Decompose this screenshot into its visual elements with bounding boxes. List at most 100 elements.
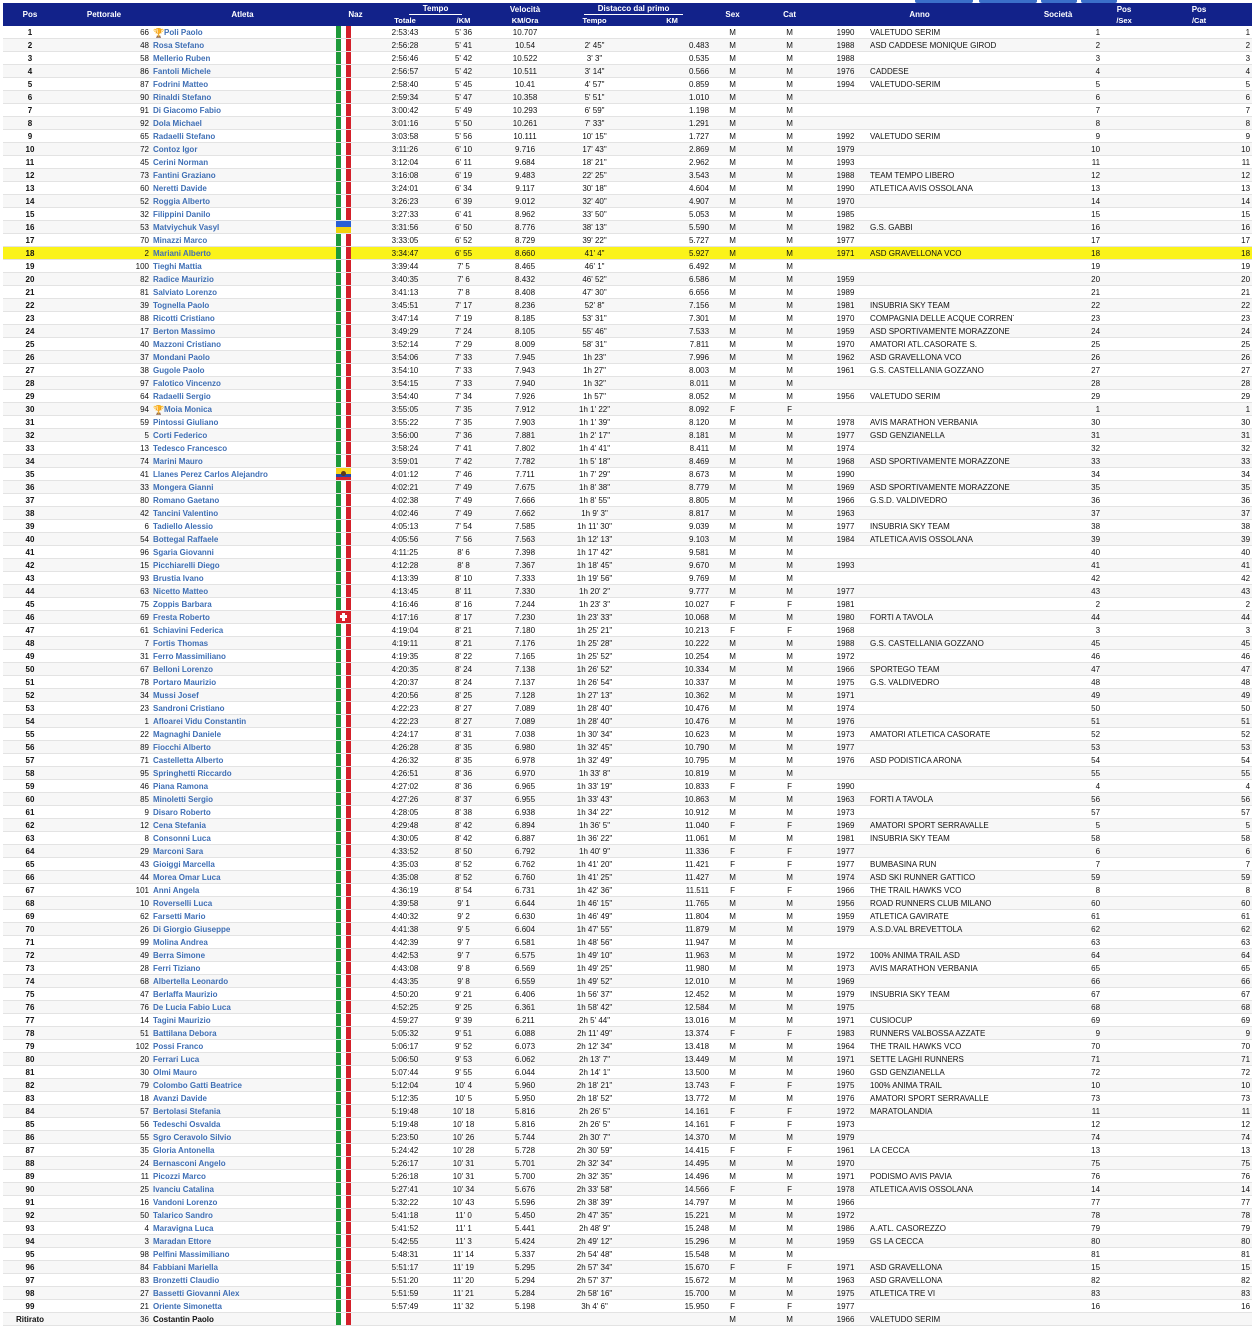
- athlete-name-link[interactable]: Zoppis Barbara: [151, 597, 334, 611]
- athlete-name[interactable]: Radaelli Sergio: [153, 392, 211, 401]
- athlete-name[interactable]: Costantin Paolo: [153, 1315, 214, 1324]
- athlete-name[interactable]: Nicetto Matteo: [153, 587, 208, 596]
- athlete-name-link[interactable]: Costantin Paolo: [151, 1312, 334, 1326]
- col-anno[interactable]: Anno: [825, 3, 1015, 26]
- athlete-name-link[interactable]: Fodrini Matteo: [151, 77, 334, 91]
- athlete-name-link[interactable]: Tancini Valentino: [151, 506, 334, 520]
- athlete-name-link[interactable]: Salviato Lorenzo: [151, 285, 334, 299]
- athlete-name-link[interactable]: Disaro Roberto: [151, 805, 334, 819]
- athlete-name[interactable]: Falotico Vincenzo: [153, 379, 221, 388]
- athlete-name-link[interactable]: Fabbiani Mariella: [151, 1260, 334, 1274]
- athlete-name-link[interactable]: Mellerio Ruben: [151, 51, 334, 65]
- athlete-name[interactable]: Cena Stefania: [153, 821, 206, 830]
- athlete-name[interactable]: Molina Andrea: [153, 938, 208, 947]
- athlete-name-link[interactable]: Fantoli Michele: [151, 64, 334, 78]
- athlete-name[interactable]: Gioiggi Marcella: [153, 860, 215, 869]
- athlete-name[interactable]: Albertella Leonardo: [153, 977, 228, 986]
- col-pos-sex[interactable]: Pos: [1102, 3, 1147, 15]
- athlete-name[interactable]: Di Giorgio Giuseppe: [153, 925, 230, 934]
- athlete-name[interactable]: Tieghi Mattia: [153, 262, 202, 271]
- athlete-name-link[interactable]: Mussi Josef: [151, 688, 334, 702]
- athlete-name[interactable]: Mellerio Ruben: [153, 54, 210, 63]
- athlete-name-link[interactable]: Sgro Ceravolo Silvio: [151, 1130, 334, 1144]
- athlete-name[interactable]: Cerini Norman: [153, 158, 208, 167]
- athlete-name[interactable]: Maradan Ettore: [153, 1237, 211, 1246]
- athlete-name-link[interactable]: Maravigna Luca: [151, 1221, 334, 1235]
- athlete-name[interactable]: Gloria Antonella: [153, 1146, 215, 1155]
- athlete-name-link[interactable]: Talarico Sandro: [151, 1208, 334, 1222]
- athlete-name-link[interactable]: Falotico Vincenzo: [151, 376, 334, 390]
- athlete-name-link[interactable]: Cena Stefania: [151, 818, 334, 832]
- athlete-name-link[interactable]: Tedesco Francesco: [151, 441, 334, 455]
- athlete-name-link[interactable]: Oriente Simonetta: [151, 1299, 334, 1313]
- athlete-name[interactable]: Minoletti Sergio: [153, 795, 213, 804]
- athlete-name-link[interactable]: Gioiggi Marcella: [151, 857, 334, 871]
- athlete-name[interactable]: Mariani Alberto: [153, 249, 211, 258]
- athlete-name-link[interactable]: Pelfini Massimiliano: [151, 1247, 334, 1261]
- athlete-name-link[interactable]: Ferri Tiziano: [151, 961, 334, 975]
- athlete-name-link[interactable]: Molina Andrea: [151, 935, 334, 949]
- athlete-name[interactable]: Roverselli Luca: [153, 899, 212, 908]
- athlete-name-link[interactable]: Contoz Igor: [151, 142, 334, 156]
- athlete-name[interactable]: Fodrini Matteo: [153, 80, 208, 89]
- athlete-name[interactable]: Rosa Stefano: [153, 41, 204, 50]
- athlete-name[interactable]: Brustia Ivano: [153, 574, 204, 583]
- athlete-name[interactable]: Picchiarelli Diego: [153, 561, 220, 570]
- athlete-name-link[interactable]: Vandoni Lorenzo: [151, 1195, 334, 1209]
- athlete-name[interactable]: Sandroni Cristiano: [153, 704, 225, 713]
- col-pos[interactable]: Pos: [3, 3, 57, 26]
- athlete-name[interactable]: Mazzoni Cristiano: [153, 340, 221, 349]
- athlete-name[interactable]: Di Giacomo Fabio: [153, 106, 221, 115]
- col-cat[interactable]: Cat: [754, 3, 826, 26]
- athlete-name[interactable]: Fabbiani Mariella: [153, 1263, 218, 1272]
- athlete-name[interactable]: Salviato Lorenzo: [153, 288, 217, 297]
- athlete-name-link[interactable]: Ricotti Cristiano: [151, 311, 334, 325]
- athlete-name-link[interactable]: Berlaffa Maurizio: [151, 987, 334, 1001]
- athlete-name-link[interactable]: Matviychuk Vasyl: [151, 220, 334, 234]
- athlete-name-link[interactable]: Neretti Davide: [151, 181, 334, 195]
- athlete-name-link[interactable]: Anni Angela: [151, 883, 334, 897]
- athlete-name-link[interactable]: Battilana Debora: [151, 1026, 334, 1040]
- athlete-name-link[interactable]: Ferro Massimiliano: [151, 649, 334, 663]
- athlete-name-link[interactable]: Minoletti Sergio: [151, 792, 334, 806]
- athlete-name-link[interactable]: Avanzi Davide: [151, 1091, 334, 1105]
- col-sex[interactable]: Sex: [711, 3, 755, 26]
- col-pos-cat[interactable]: Pos: [1146, 3, 1253, 15]
- athlete-name-link[interactable]: 🏆Poli Paolo: [151, 26, 334, 39]
- athlete-name[interactable]: Contoz Igor: [153, 145, 197, 154]
- athlete-name[interactable]: Romano Gaetano: [153, 496, 219, 505]
- athlete-name[interactable]: Gugole Paolo: [153, 366, 205, 375]
- athlete-name[interactable]: Tadiello Alessio: [153, 522, 213, 531]
- athlete-name-link[interactable]: Consonni Luca: [151, 831, 334, 845]
- athlete-name-link[interactable]: Radaelli Sergio: [151, 389, 334, 403]
- athlete-name-link[interactable]: Marini Mauro: [151, 454, 334, 468]
- athlete-name[interactable]: Fantini Graziano: [153, 171, 216, 180]
- athlete-name-link[interactable]: Filippini Danilo: [151, 207, 334, 221]
- athlete-name[interactable]: Belloni Lorenzo: [153, 665, 213, 674]
- athlete-name-link[interactable]: Minazzi Marco: [151, 233, 334, 247]
- athlete-name[interactable]: Oriente Simonetta: [153, 1302, 222, 1311]
- athlete-name-link[interactable]: Springhetti Riccardo: [151, 766, 334, 780]
- athlete-name-link[interactable]: Ferrari Luca: [151, 1052, 334, 1066]
- athlete-name[interactable]: Roggia Alberto: [153, 197, 210, 206]
- athlete-name-link[interactable]: Di Giacomo Fabio: [151, 103, 334, 117]
- athlete-name[interactable]: Bassetti Giovanni Alex: [153, 1289, 239, 1298]
- athlete-name-link[interactable]: Picozzi Marco: [151, 1169, 334, 1183]
- athlete-name-link[interactable]: Dola Michael: [151, 116, 334, 130]
- athlete-name[interactable]: Mussi Josef: [153, 691, 199, 700]
- athlete-name[interactable]: Berra Simone: [153, 951, 205, 960]
- athlete-name[interactable]: Castelletta Alberto: [153, 756, 223, 765]
- col-distacco-tempo[interactable]: Tempo: [556, 15, 634, 26]
- athlete-name-link[interactable]: Mongera Gianni: [151, 480, 334, 494]
- athlete-name-link[interactable]: Di Giorgio Giuseppe: [151, 922, 334, 936]
- athlete-name-link[interactable]: Rinaldi Stefano: [151, 90, 334, 104]
- athlete-name-link[interactable]: Fresta Roberto: [151, 610, 334, 624]
- athlete-name-link[interactable]: Picchiarelli Diego: [151, 558, 334, 572]
- athlete-name[interactable]: Talarico Sandro: [153, 1211, 213, 1220]
- athlete-name-link[interactable]: Piana Ramona: [151, 779, 334, 793]
- athlete-name[interactable]: Magnaghi Daniele: [153, 730, 221, 739]
- athlete-name-link[interactable]: 🏆Moia Monica: [151, 402, 334, 416]
- athlete-name-link[interactable]: Belloni Lorenzo: [151, 662, 334, 676]
- athlete-name-link[interactable]: Tagini Maurizio: [151, 1013, 334, 1027]
- athlete-name-link[interactable]: De Lucia Fabio Luca: [151, 1000, 334, 1014]
